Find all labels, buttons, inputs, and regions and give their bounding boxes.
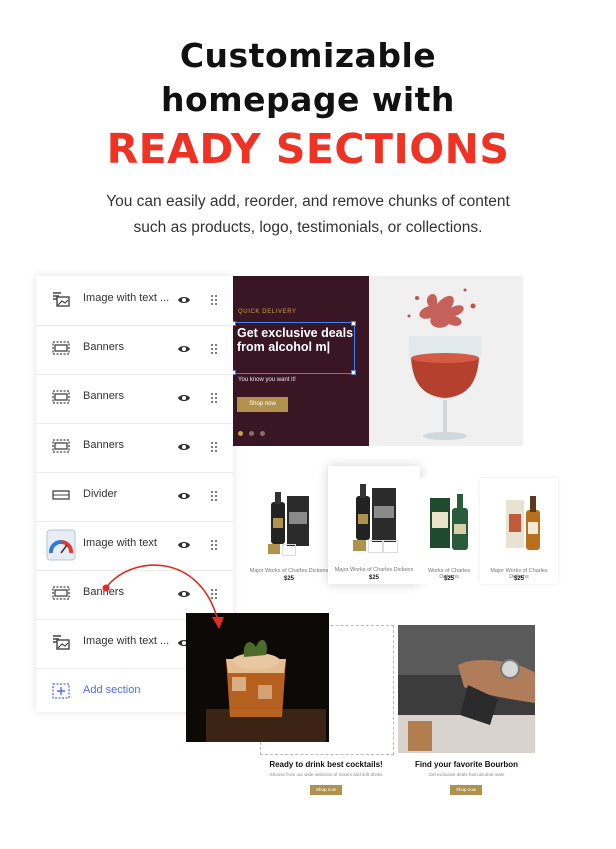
card-description: Choose from our wide selection of mixers… [269,772,383,777]
hero-banner: QUICK DELIVERY Get exclusive deals from … [216,276,523,446]
add-section-label: Add section [83,684,141,696]
banner-icon [52,439,70,453]
drag-handle-icon[interactable] [210,441,218,453]
heart-icon[interactable] [383,540,398,553]
product-name[interactable]: Major Works of Charles Dickens [248,568,330,574]
eye-icon[interactable] [177,489,191,503]
slider-dot[interactable] [260,431,265,436]
bourbon-pour-photo [398,625,535,753]
zoom-icon[interactable] [368,540,383,553]
section-label: Divider [83,488,118,500]
eye-icon[interactable] [177,440,191,454]
card-title: Ready to drink best cocktails! [269,760,383,769]
section-label: Banners [83,439,124,451]
subtitle-line-2: such as products, logo, testimonials, or… [133,219,483,236]
hero-image [369,276,523,446]
headline-line-1: Customizable [179,36,437,75]
bag-icon[interactable] [268,544,280,554]
divider-icon [52,490,70,500]
card-description: Get exclusive deals from alcohol man! [428,772,505,777]
drag-arrow-icon [102,564,224,629]
speedometer-app-icon [46,529,76,561]
add-section-icon [52,683,70,699]
headline-accent: READY SECTIONS [106,125,510,173]
subtitle-line-1: You can easily add, reorder, and remove … [106,193,510,210]
image-with-text-icon [53,635,70,650]
image-with-text-icon [53,292,70,307]
section-item-banners[interactable]: Banners [36,423,233,473]
hero-eyebrow: QUICK DELIVERY [238,309,297,315]
banner-icon [52,341,70,355]
hero-tagline: You know you want it! [238,377,296,383]
section-item-image-with-text[interactable]: Image with text ... [36,276,233,326]
slider-dot-active[interactable] [238,431,243,436]
section-label: Image with text ... [83,292,170,304]
banner-icon [52,586,70,600]
product-price: $25 [513,576,524,582]
card-shop-button[interactable]: Shop now [450,785,482,795]
product-price: $25 [443,576,454,582]
section-label: Banners [83,341,124,353]
hero-text-panel: QUICK DELIVERY Get exclusive deals from … [216,276,374,446]
bag-icon[interactable] [353,540,366,551]
product-price: $25 [283,576,294,582]
zoom-icon[interactable] [282,544,296,556]
drag-handle-icon[interactable] [210,392,218,404]
product-name[interactable]: Major Works of Charles Dickens [328,567,420,573]
section-item-banners[interactable]: Banners [36,374,233,424]
eye-icon[interactable] [177,293,191,307]
product-image [506,496,540,550]
hero-heading[interactable]: Get exclusive deals from alcohol m| [237,326,355,354]
section-label: Image with text [83,537,157,549]
product-card[interactable]: Major Works of Charles Dickens $25 [480,478,558,584]
eye-icon[interactable] [177,538,191,552]
product-card[interactable]: Major Works of Charles Dickens $25 [248,478,330,584]
drag-handle-icon[interactable] [210,343,218,355]
product-card[interactable]: Works of Charles Dickens $25 [420,478,478,584]
drag-handle-icon[interactable] [210,294,218,306]
product-image [430,494,468,550]
section-label: Banners [83,390,124,402]
eye-icon[interactable] [177,342,191,356]
drag-handle-icon[interactable] [210,539,218,551]
product-card-hover[interactable]: Major Works of Charles Dickens $25 [328,466,420,584]
bourbon-image [398,625,535,753]
section-item-banners[interactable]: Banners [36,325,233,375]
eye-icon[interactable] [177,391,191,405]
section-label: Image with text ... [83,635,170,647]
banner-icon [52,390,70,404]
section-item-divider[interactable]: Divider [36,472,233,522]
card-title: Find your favorite Bourbon [414,760,519,769]
wine-glass-splash-image [407,288,482,440]
product-price: $25 [368,575,379,581]
slider-dot[interactable] [249,431,254,436]
hero-shop-button[interactable]: Shop now [237,397,288,412]
headline-line-2: homepage with [161,80,455,119]
drag-handle-icon[interactable] [210,490,218,502]
card-shop-button[interactable]: Shop now [310,785,342,795]
